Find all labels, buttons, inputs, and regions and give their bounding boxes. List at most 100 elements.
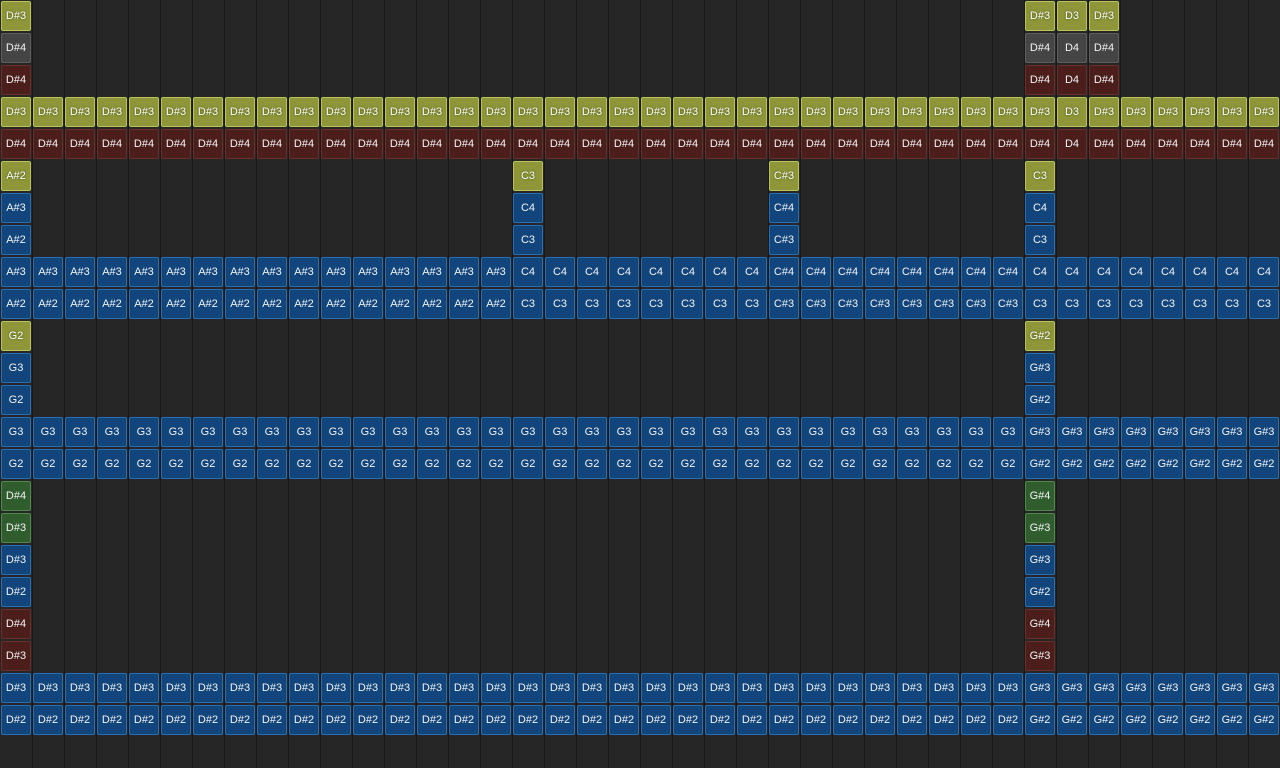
note-block[interactable]: D#4 <box>1 33 31 63</box>
note-block[interactable]: G3 <box>993 417 1023 447</box>
note-block[interactable]: C3 <box>577 289 607 319</box>
note-block[interactable]: D#4 <box>1025 33 1055 63</box>
note-block[interactable]: D#4 <box>865 129 895 159</box>
note-block[interactable]: G2 <box>961 449 991 479</box>
note-block[interactable]: G2 <box>801 449 831 479</box>
note-block[interactable]: D#4 <box>737 129 767 159</box>
note-block[interactable]: D#2 <box>961 705 991 735</box>
note-block[interactable]: D#3 <box>577 97 607 127</box>
note-block[interactable]: G#2 <box>1025 577 1055 607</box>
note-block[interactable]: D#2 <box>193 705 223 735</box>
note-block[interactable]: A#3 <box>449 257 479 287</box>
note-block[interactable]: D#2 <box>897 705 927 735</box>
note-block[interactable]: C3 <box>513 225 543 255</box>
note-block[interactable]: G3 <box>65 417 95 447</box>
note-block[interactable]: C4 <box>1089 257 1119 287</box>
note-block[interactable]: D#4 <box>1 65 31 95</box>
note-block[interactable]: D#3 <box>609 97 639 127</box>
note-block[interactable]: D#3 <box>577 673 607 703</box>
note-block[interactable]: G3 <box>1 417 31 447</box>
note-block[interactable]: D#2 <box>609 705 639 735</box>
note-block[interactable]: A#2 <box>385 289 415 319</box>
note-block[interactable]: D#2 <box>257 705 287 735</box>
note-block[interactable]: D#2 <box>289 705 319 735</box>
note-block[interactable]: D#3 <box>1089 97 1119 127</box>
note-block[interactable]: D#4 <box>769 129 799 159</box>
note-block[interactable]: G2 <box>193 449 223 479</box>
note-block[interactable]: D#3 <box>737 97 767 127</box>
note-block[interactable]: G2 <box>289 449 319 479</box>
note-block[interactable]: D#3 <box>321 97 351 127</box>
note-block[interactable]: G#3 <box>1185 673 1215 703</box>
note-block[interactable]: C#3 <box>801 289 831 319</box>
note-block[interactable]: D#3 <box>1025 97 1055 127</box>
note-block[interactable]: D#3 <box>897 673 927 703</box>
note-block[interactable]: D#4 <box>385 129 415 159</box>
note-block[interactable]: D#3 <box>481 97 511 127</box>
note-block[interactable]: C4 <box>1121 257 1151 287</box>
note-block[interactable]: D#3 <box>1 1 31 31</box>
note-block[interactable]: A#2 <box>33 289 63 319</box>
note-block[interactable]: G3 <box>513 417 543 447</box>
note-block[interactable]: G3 <box>609 417 639 447</box>
note-block[interactable]: G#3 <box>1025 417 1055 447</box>
note-block[interactable]: C4 <box>1249 257 1279 287</box>
note-block[interactable]: G#2 <box>1249 705 1279 735</box>
note-block[interactable]: D#3 <box>705 97 735 127</box>
note-block[interactable]: D#4 <box>1089 65 1119 95</box>
note-block[interactable]: G#2 <box>1217 705 1247 735</box>
note-block[interactable]: G3 <box>545 417 575 447</box>
note-block[interactable]: D#4 <box>97 129 127 159</box>
note-block[interactable]: G2 <box>129 449 159 479</box>
note-block[interactable]: D#3 <box>449 97 479 127</box>
note-block[interactable]: D#3 <box>129 97 159 127</box>
note-block[interactable]: G2 <box>833 449 863 479</box>
note-block[interactable]: C4 <box>1025 257 1055 287</box>
note-block[interactable]: D#3 <box>1 545 31 575</box>
note-block[interactable]: D#4 <box>1 481 31 511</box>
note-block[interactable]: A#2 <box>161 289 191 319</box>
note-block[interactable]: G2 <box>705 449 735 479</box>
note-block[interactable]: D#3 <box>929 97 959 127</box>
note-block[interactable]: C4 <box>1057 257 1087 287</box>
note-block[interactable]: D#4 <box>1185 129 1215 159</box>
note-block[interactable]: G#3 <box>1089 417 1119 447</box>
note-block[interactable]: A#2 <box>225 289 255 319</box>
note-block[interactable]: C#4 <box>769 193 799 223</box>
note-block[interactable]: A#3 <box>417 257 447 287</box>
note-block[interactable]: C3 <box>513 161 543 191</box>
note-block[interactable]: G#3 <box>1249 673 1279 703</box>
note-block[interactable]: G#2 <box>1057 705 1087 735</box>
note-block[interactable]: D#3 <box>1121 97 1151 127</box>
note-grid[interactable]: D#3 D#3 D3 D#3 D#4 D#4 D4 D#4 D#4 D#4 D4 D#4 D#3 D#3 D… <box>0 0 1280 768</box>
note-block[interactable]: A#2 <box>1 289 31 319</box>
note-block[interactable]: G3 <box>705 417 735 447</box>
note-block[interactable]: D#4 <box>33 129 63 159</box>
note-block[interactable]: G3 <box>289 417 319 447</box>
note-block[interactable]: G#4 <box>1025 481 1055 511</box>
note-block[interactable]: G2 <box>1 449 31 479</box>
note-block[interactable]: D#4 <box>225 129 255 159</box>
note-block[interactable]: G#2 <box>1217 449 1247 479</box>
note-block[interactable]: A#3 <box>129 257 159 287</box>
note-block[interactable]: G#3 <box>1121 417 1151 447</box>
note-block[interactable]: A#3 <box>97 257 127 287</box>
note-block[interactable]: G3 <box>481 417 511 447</box>
note-block[interactable]: G#3 <box>1121 673 1151 703</box>
note-block[interactable]: G3 <box>929 417 959 447</box>
note-block[interactable]: G#2 <box>1089 449 1119 479</box>
note-block[interactable]: D#2 <box>833 705 863 735</box>
note-block[interactable]: D#3 <box>1217 97 1247 127</box>
note-block[interactable]: A#3 <box>385 257 415 287</box>
note-block[interactable]: D#4 <box>1025 129 1055 159</box>
note-block[interactable]: D#4 <box>449 129 479 159</box>
note-block[interactable]: D#4 <box>993 129 1023 159</box>
note-block[interactable]: C#3 <box>929 289 959 319</box>
note-block[interactable]: D#3 <box>1 673 31 703</box>
note-block[interactable]: C#4 <box>865 257 895 287</box>
note-block[interactable]: C4 <box>1153 257 1183 287</box>
note-block[interactable]: D#3 <box>65 673 95 703</box>
note-block[interactable]: D#2 <box>705 705 735 735</box>
note-block[interactable]: G3 <box>897 417 927 447</box>
note-block[interactable]: C4 <box>1217 257 1247 287</box>
